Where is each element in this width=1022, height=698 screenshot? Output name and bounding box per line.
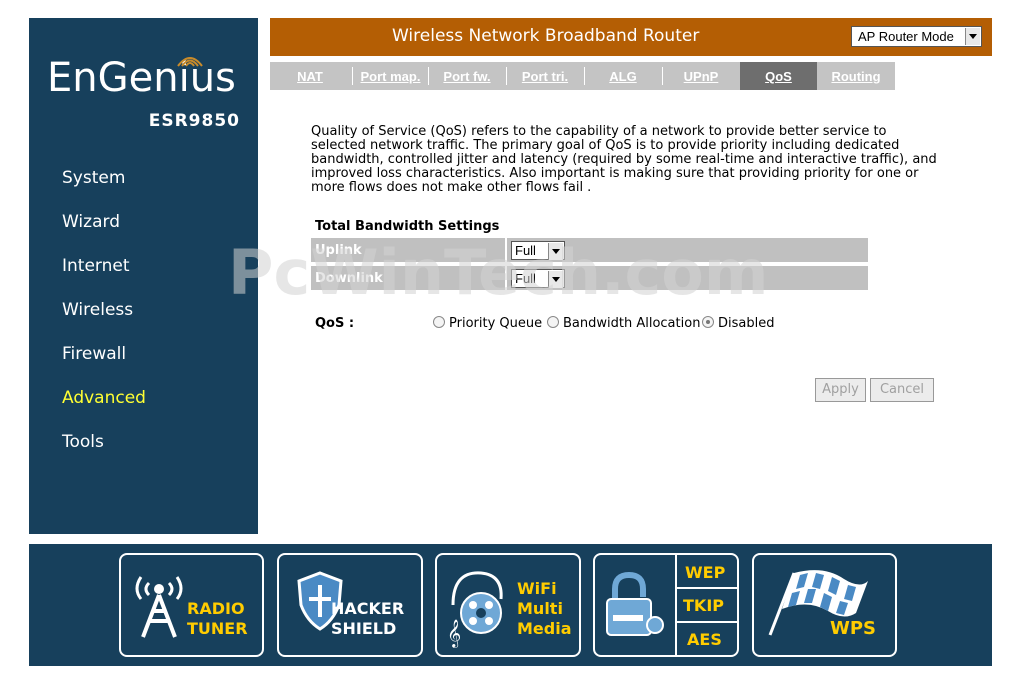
radio-circle[interactable] bbox=[547, 316, 559, 328]
wifi-swoosh-icon bbox=[177, 57, 203, 67]
shield-text: SHIELD bbox=[331, 619, 397, 638]
radio-disabled[interactable]: Disabled bbox=[702, 316, 774, 331]
model-name: ESR9850 bbox=[148, 111, 240, 131]
qos-label: QoS : bbox=[315, 316, 355, 331]
bandwidth-section-title: Total Bandwidth Settings bbox=[315, 219, 500, 234]
downlink-label: Downlink bbox=[315, 271, 383, 286]
downlink-row: Downlink Full bbox=[311, 266, 868, 290]
nav-internet[interactable]: Internet bbox=[62, 256, 130, 276]
multi-text: Multi bbox=[517, 599, 563, 618]
tab-alg[interactable]: ALG bbox=[585, 62, 661, 90]
radio-tuner-badge: RADIO TUNER bbox=[119, 553, 264, 657]
radio-label: Priority Queue bbox=[449, 316, 543, 331]
tab-upnp[interactable]: UPnP bbox=[663, 62, 739, 90]
tab-routing[interactable]: Routing bbox=[818, 62, 894, 90]
tkip-text: TKIP bbox=[683, 596, 724, 615]
radio-label: Bandwidth Allocation bbox=[563, 316, 701, 331]
wifi-text: WiFi bbox=[517, 579, 557, 598]
hacker-shield-badge: HACKER SHIELD bbox=[277, 553, 423, 657]
nav-tools[interactable]: Tools bbox=[62, 432, 104, 452]
media-text: Media bbox=[517, 619, 572, 638]
header-bar: Wireless Network Broadband Router AP Rou… bbox=[270, 18, 992, 56]
media-disc-icon: 𝄞 bbox=[447, 571, 503, 648]
wps-text: WPS bbox=[830, 618, 877, 639]
nav-system[interactable]: System bbox=[62, 168, 125, 188]
page-title: Wireless Network Broadband Router bbox=[392, 26, 700, 46]
tab-nat[interactable]: NAT bbox=[270, 62, 350, 90]
chevron-down-icon[interactable] bbox=[965, 28, 980, 45]
chevron-down-icon[interactable] bbox=[548, 271, 563, 288]
tab-port-map[interactable]: Port map. bbox=[353, 62, 428, 90]
nav-advanced[interactable]: Advanced bbox=[62, 388, 146, 408]
brand-logo: EnGenius bbox=[47, 55, 236, 101]
nav-firewall[interactable]: Firewall bbox=[62, 344, 126, 364]
nav-wizard[interactable]: Wizard bbox=[62, 212, 120, 232]
row-divider bbox=[505, 238, 507, 262]
badge-divider bbox=[677, 587, 737, 589]
hacker-text: HACKER bbox=[331, 599, 405, 618]
row-divider bbox=[505, 266, 507, 290]
radio-text: RADIO bbox=[187, 599, 245, 618]
security-badge: WEP TKIP AES bbox=[593, 553, 739, 657]
downlink-select-value: Full bbox=[515, 271, 536, 286]
nav-wireless[interactable]: Wireless bbox=[62, 300, 133, 320]
uplink-select[interactable]: Full bbox=[511, 241, 565, 260]
wep-text: WEP bbox=[685, 563, 726, 582]
tab-port-fw[interactable]: Port fw. bbox=[429, 62, 505, 90]
aes-text: AES bbox=[687, 630, 722, 649]
lock-key-icon bbox=[606, 571, 664, 636]
radio-priority-queue[interactable]: Priority Queue bbox=[433, 316, 542, 331]
uplink-select-value: Full bbox=[515, 243, 536, 258]
tuner-text: TUNER bbox=[187, 619, 248, 638]
svg-text:𝄞: 𝄞 bbox=[447, 619, 461, 648]
badge-divider bbox=[677, 621, 737, 623]
wps-badge: WPS bbox=[752, 553, 897, 657]
antenna-icon bbox=[135, 576, 183, 638]
apply-button[interactable]: Apply bbox=[815, 378, 866, 402]
badge-divider bbox=[675, 555, 677, 655]
qos-description: Quality of Service (QoS) refers to the c… bbox=[311, 124, 937, 195]
uplink-row: Uplink Full bbox=[311, 238, 868, 262]
cancel-button[interactable]: Cancel bbox=[870, 378, 934, 402]
chevron-down-icon[interactable] bbox=[548, 243, 563, 260]
wifi-multimedia-badge: 𝄞 WiFi Multi Media bbox=[435, 553, 581, 657]
radio-circle[interactable] bbox=[433, 316, 445, 328]
uplink-label: Uplink bbox=[315, 243, 362, 258]
radio-label: Disabled bbox=[718, 316, 775, 331]
tab-qos[interactable]: QoS bbox=[740, 62, 817, 90]
feature-banner: RADIO TUNER HACKER SHIELD 𝄞 WiFi Multi M… bbox=[29, 544, 992, 666]
radio-circle-selected[interactable] bbox=[702, 316, 714, 328]
sidebar: EnGenius ESR9850 System Wizard Internet … bbox=[29, 18, 258, 534]
radio-bandwidth-allocation[interactable]: Bandwidth Allocation bbox=[547, 316, 700, 331]
mode-select-value: AP Router Mode bbox=[858, 29, 954, 44]
mode-select[interactable]: AP Router Mode bbox=[851, 26, 982, 47]
tab-port-tri[interactable]: Port tri. bbox=[507, 62, 583, 90]
tab-bar: NAT Port map. Port fw. Port tri. ALG UPn… bbox=[270, 62, 895, 90]
downlink-select[interactable]: Full bbox=[511, 269, 565, 288]
